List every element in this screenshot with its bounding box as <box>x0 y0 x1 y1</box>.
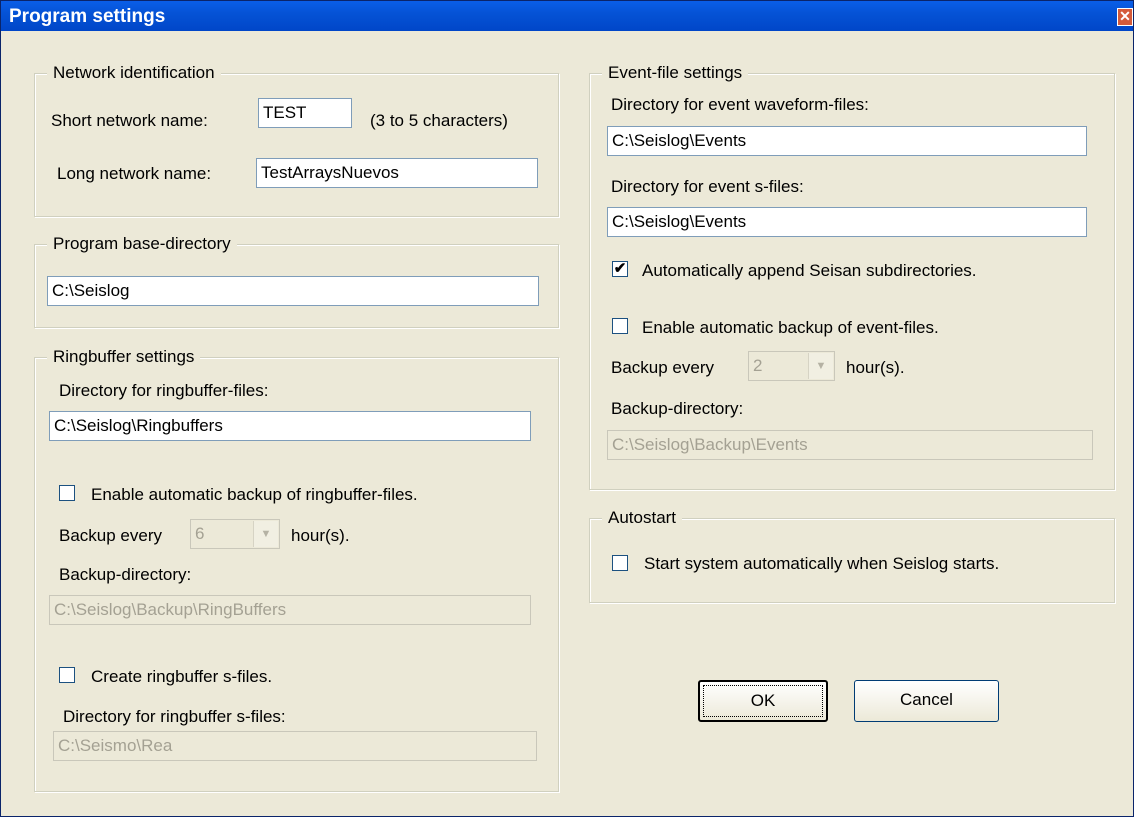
autostart-checkbox[interactable] <box>612 555 628 571</box>
network-identification-group: Network identification Short network nam… <box>34 63 559 217</box>
ringbuffer-directory-input[interactable]: C:\Seislog\Ringbuffers <box>49 411 531 441</box>
cancel-button-label: Cancel <box>900 690 953 709</box>
event-waveform-directory-label: Directory for event waveform-files: <box>611 95 869 114</box>
ringbuffer-backup-label: Enable automatic backup of ringbuffer-fi… <box>91 485 418 504</box>
chevron-down-icon[interactable]: ▼ <box>253 521 278 547</box>
ringbuffer-backup-interval-value: 6 <box>195 524 205 543</box>
close-icon: ✕ <box>1119 8 1131 24</box>
event-sfile-directory-input[interactable]: C:\Seislog\Events <box>607 207 1087 237</box>
ok-button[interactable]: OK <box>698 680 828 722</box>
focus-ring <box>703 685 823 717</box>
checkmark-icon: ✔ <box>613 260 627 277</box>
event-file-settings-legend: Event-file settings <box>602 63 749 83</box>
event-waveform-directory-input[interactable]: C:\Seislog\Events <box>607 126 1087 156</box>
event-file-settings-group: Event-file settings Directory for event … <box>589 63 1115 490</box>
network-identification-legend: Network identification <box>47 63 221 83</box>
append-seisan-subdirectories-label: Automatically append Seisan subdirectori… <box>642 261 977 280</box>
event-backup-directory-input[interactable]: C:\Seislog\Backup\Events <box>607 430 1093 460</box>
ringbuffer-backup-checkbox[interactable] <box>59 485 75 501</box>
program-base-directory-input[interactable]: C:\Seislog <box>47 276 539 306</box>
short-network-name-hint: (3 to 5 characters) <box>370 111 508 130</box>
chevron-down-icon[interactable]: ▼ <box>808 353 833 379</box>
program-base-directory-group: Program base-directory C:\Seislog <box>34 234 559 328</box>
short-network-name-label: Short network name: <box>51 111 208 130</box>
short-network-name-input[interactable]: TEST <box>258 98 352 128</box>
ringbuffer-sfiles-label: Create ringbuffer s-files. <box>91 667 273 686</box>
ringbuffer-sfiles-checkbox[interactable] <box>59 667 75 683</box>
event-sfile-directory-label: Directory for event s-files: <box>611 177 804 196</box>
ringbuffer-backup-every-label: Backup every <box>59 526 162 545</box>
ringbuffer-settings-legend: Ringbuffer settings <box>47 347 201 367</box>
ringbuffer-backup-unit-label: hour(s). <box>291 526 350 545</box>
autostart-group: Autostart Start system automatically whe… <box>589 508 1115 603</box>
event-backup-every-label: Backup every <box>611 358 714 377</box>
long-network-name-label: Long network name: <box>57 164 212 183</box>
close-button[interactable]: ✕ <box>1117 8 1133 26</box>
long-network-name-input[interactable]: TestArraysNuevos <box>256 158 538 188</box>
event-backup-checkbox[interactable] <box>612 318 628 334</box>
program-base-directory-legend: Program base-directory <box>47 234 237 254</box>
event-backup-unit-label: hour(s). <box>846 358 905 377</box>
event-backup-interval-value: 2 <box>753 356 763 375</box>
append-seisan-subdirectories-checkbox[interactable]: ✔ <box>612 261 628 277</box>
ringbuffer-backup-directory-label: Backup-directory: <box>59 565 192 584</box>
ringbuffer-backup-directory-input[interactable]: C:\Seislog\Backup\RingBuffers <box>49 595 531 625</box>
ringbuffer-sfiles-directory-label: Directory for ringbuffer s-files: <box>63 707 286 726</box>
ringbuffer-backup-interval-select[interactable]: 6 ▼ <box>190 519 280 549</box>
ringbuffer-settings-group: Ringbuffer settings Directory for ringbu… <box>34 347 559 792</box>
event-backup-interval-select[interactable]: 2 ▼ <box>748 351 835 381</box>
cancel-button[interactable]: Cancel <box>854 680 999 722</box>
autostart-label: Start system automatically when Seislog … <box>644 554 1000 573</box>
ringbuffer-directory-label: Directory for ringbuffer-files: <box>59 381 269 400</box>
event-backup-label: Enable automatic backup of event-files. <box>642 318 939 337</box>
ringbuffer-sfiles-directory-input[interactable]: C:\Seismo\Rea <box>53 731 537 761</box>
autostart-legend: Autostart <box>602 508 683 528</box>
event-backup-directory-label: Backup-directory: <box>611 399 744 418</box>
program-settings-dialog: Program settings ✕ Network identificatio… <box>0 0 1134 817</box>
title-bar[interactable]: Program settings ✕ <box>1 1 1133 31</box>
window-title: Program settings <box>9 6 166 27</box>
